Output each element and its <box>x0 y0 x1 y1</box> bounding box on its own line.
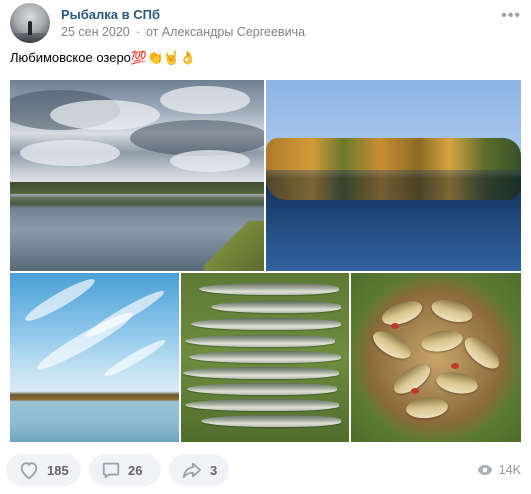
fish <box>419 327 465 355</box>
post-header: Рыбалка в СПб 25 сен 2020 · от Александры … <box>10 3 521 43</box>
photo-pike-catch[interactable] <box>181 273 349 442</box>
photo-fish-in-net[interactable] <box>351 273 521 442</box>
fish <box>405 396 449 420</box>
post-emojis: 💯👏🤘👌 <box>130 50 196 65</box>
fish <box>189 351 341 363</box>
photo-cloudy-lake[interactable] <box>10 80 264 271</box>
fish <box>368 325 416 365</box>
fish <box>378 296 426 330</box>
meta-separator: · <box>135 25 140 39</box>
post-date[interactable]: 25 сен 2020 <box>61 25 130 39</box>
comment-button[interactable]: 26 <box>89 454 161 486</box>
heart-icon <box>20 462 38 480</box>
fish <box>459 331 505 375</box>
like-count: 185 <box>47 462 69 478</box>
treeline <box>266 138 521 170</box>
post-text: Любимовское озеро💯👏🤘👌 <box>10 50 196 66</box>
photo-blue-sky-lake[interactable] <box>10 273 179 442</box>
shoreline <box>10 182 264 194</box>
fish <box>211 301 341 313</box>
cloud <box>170 150 250 172</box>
comment-count: 26 <box>128 462 143 478</box>
post-meta: 25 сен 2020 · от Александры Сергеевича <box>61 25 305 39</box>
fish <box>183 367 339 379</box>
fish-fin <box>391 323 399 329</box>
post-author[interactable]: от Александры Сергеевича <box>146 25 305 39</box>
cloud <box>160 86 250 114</box>
cloud <box>20 140 120 166</box>
fish <box>199 283 339 295</box>
photo-autumn-reflection[interactable] <box>266 80 521 271</box>
fish <box>185 399 339 411</box>
share-count: 3 <box>210 462 218 478</box>
fish <box>429 295 475 327</box>
fish <box>187 383 337 395</box>
post-text-body: Любимовское озеро <box>10 50 131 65</box>
grass <box>204 221 264 271</box>
views-count: 14K <box>498 463 521 477</box>
group-name-link[interactable]: Рыбалка в СПб <box>61 7 160 22</box>
post-footer: 185 26 3 14K <box>6 454 521 488</box>
like-button[interactable]: 185 <box>6 454 81 486</box>
eye-icon <box>477 465 492 475</box>
ellipsis-icon[interactable]: ••• <box>501 8 521 25</box>
fish-fin <box>451 363 459 369</box>
share-icon <box>182 462 202 479</box>
comment-icon <box>102 462 120 479</box>
cloud-streak <box>21 273 99 327</box>
share-button[interactable]: 3 <box>169 454 229 486</box>
avatar[interactable] <box>10 3 50 43</box>
avatar-figure <box>28 21 32 35</box>
cloud-streak <box>102 336 168 380</box>
fish <box>185 335 335 347</box>
fish <box>201 415 341 427</box>
tree-reflection <box>266 170 521 200</box>
cloud <box>50 100 160 130</box>
views-counter: 14K <box>477 463 521 477</box>
fish <box>191 318 341 330</box>
fish <box>434 369 480 397</box>
fish-fin <box>411 388 419 394</box>
